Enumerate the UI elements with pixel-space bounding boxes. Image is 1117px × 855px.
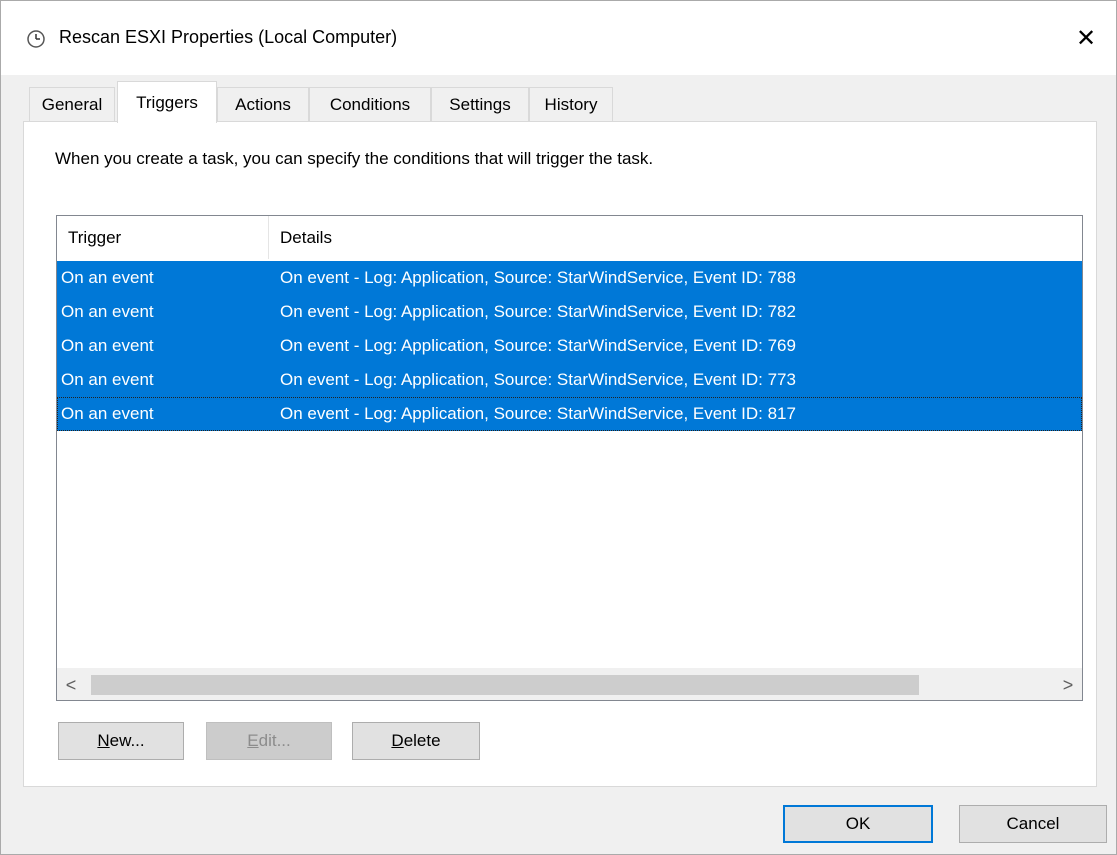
button-label: elete [403, 731, 441, 750]
button-label: ew... [109, 731, 145, 750]
triggers-panel: When you create a task, you can specify … [23, 121, 1097, 787]
chevron-right-icon: > [1062, 674, 1074, 695]
table-row[interactable]: On an event On event - Log: Application,… [57, 363, 1082, 397]
edit-trigger-button[interactable]: Edit... [206, 722, 332, 760]
task-properties-dialog: Rescan ESXI Properties (Local Computer) … [0, 0, 1117, 855]
button-label: Cancel [1006, 814, 1060, 833]
chevron-left-icon: < [65, 674, 77, 695]
tab-history[interactable]: History [529, 87, 613, 121]
column-header-details[interactable]: Details [269, 216, 1082, 259]
horizontal-scrollbar[interactable]: < > [57, 668, 1082, 700]
delete-trigger-button[interactable]: Delete [352, 722, 480, 760]
trigger-cell: On an event [61, 268, 154, 287]
details-cell: On event - Log: Application, Source: Sta… [280, 336, 796, 355]
cancel-button[interactable]: Cancel [959, 805, 1107, 843]
tab-conditions[interactable]: Conditions [309, 87, 431, 121]
accelerator-key: E [247, 731, 259, 750]
trigger-cell: On an event [61, 404, 154, 423]
trigger-cell: On an event [61, 370, 154, 389]
scroll-thumb[interactable] [91, 675, 919, 695]
table-row[interactable]: On an event On event - Log: Application,… [57, 329, 1082, 363]
tab-label: Triggers [136, 92, 198, 112]
details-cell: On event - Log: Application, Source: Sta… [280, 302, 796, 321]
column-label: Trigger [68, 227, 122, 247]
accelerator-key: D [391, 731, 404, 750]
ok-button[interactable]: OK [783, 805, 933, 843]
close-button[interactable]: ✕ [1056, 1, 1116, 75]
tab-label: History [544, 94, 598, 114]
table-row[interactable]: On an event On event - Log: Application,… [57, 397, 1082, 431]
details-cell: On event - Log: Application, Source: Sta… [280, 370, 796, 389]
clock-icon [27, 30, 45, 48]
table-row[interactable]: On an event On event - Log: Application,… [57, 261, 1082, 295]
details-cell: On event - Log: Application, Source: Sta… [280, 268, 796, 287]
accelerator-key: N [97, 731, 110, 750]
tab-label: Conditions [329, 94, 411, 114]
scroll-left-button[interactable]: < [57, 669, 85, 700]
title-bar[interactable]: Rescan ESXI Properties (Local Computer) … [1, 1, 1116, 75]
tab-label: Actions [235, 94, 291, 114]
list-rows: On an event On event - Log: Application,… [57, 261, 1082, 431]
tab-general[interactable]: General [29, 87, 115, 121]
scroll-right-button[interactable]: > [1054, 669, 1082, 700]
tab-actions[interactable]: Actions [217, 87, 309, 121]
button-label: OK [845, 814, 871, 833]
new-trigger-button[interactable]: New... [58, 722, 184, 760]
table-row[interactable]: On an event On event - Log: Application,… [57, 295, 1082, 329]
triggers-list[interactable]: Trigger Details On an event On event - L… [56, 215, 1083, 701]
list-header: Trigger Details [57, 216, 1082, 259]
trigger-cell: On an event [61, 302, 154, 321]
tab-settings[interactable]: Settings [431, 87, 529, 121]
tab-triggers[interactable]: Triggers [117, 81, 217, 123]
triggers-description: When you create a task, you can specify … [55, 149, 654, 168]
tab-label: General [41, 94, 103, 114]
tab-label: Settings [449, 94, 511, 114]
button-label: dit... [258, 731, 291, 750]
column-header-trigger[interactable]: Trigger [57, 216, 269, 259]
close-icon: ✕ [1075, 24, 1097, 52]
details-cell: On event - Log: Application, Source: Sta… [280, 404, 796, 423]
window-title: Rescan ESXI Properties (Local Computer) [59, 27, 398, 47]
column-label: Details [280, 227, 332, 247]
trigger-cell: On an event [61, 336, 154, 355]
